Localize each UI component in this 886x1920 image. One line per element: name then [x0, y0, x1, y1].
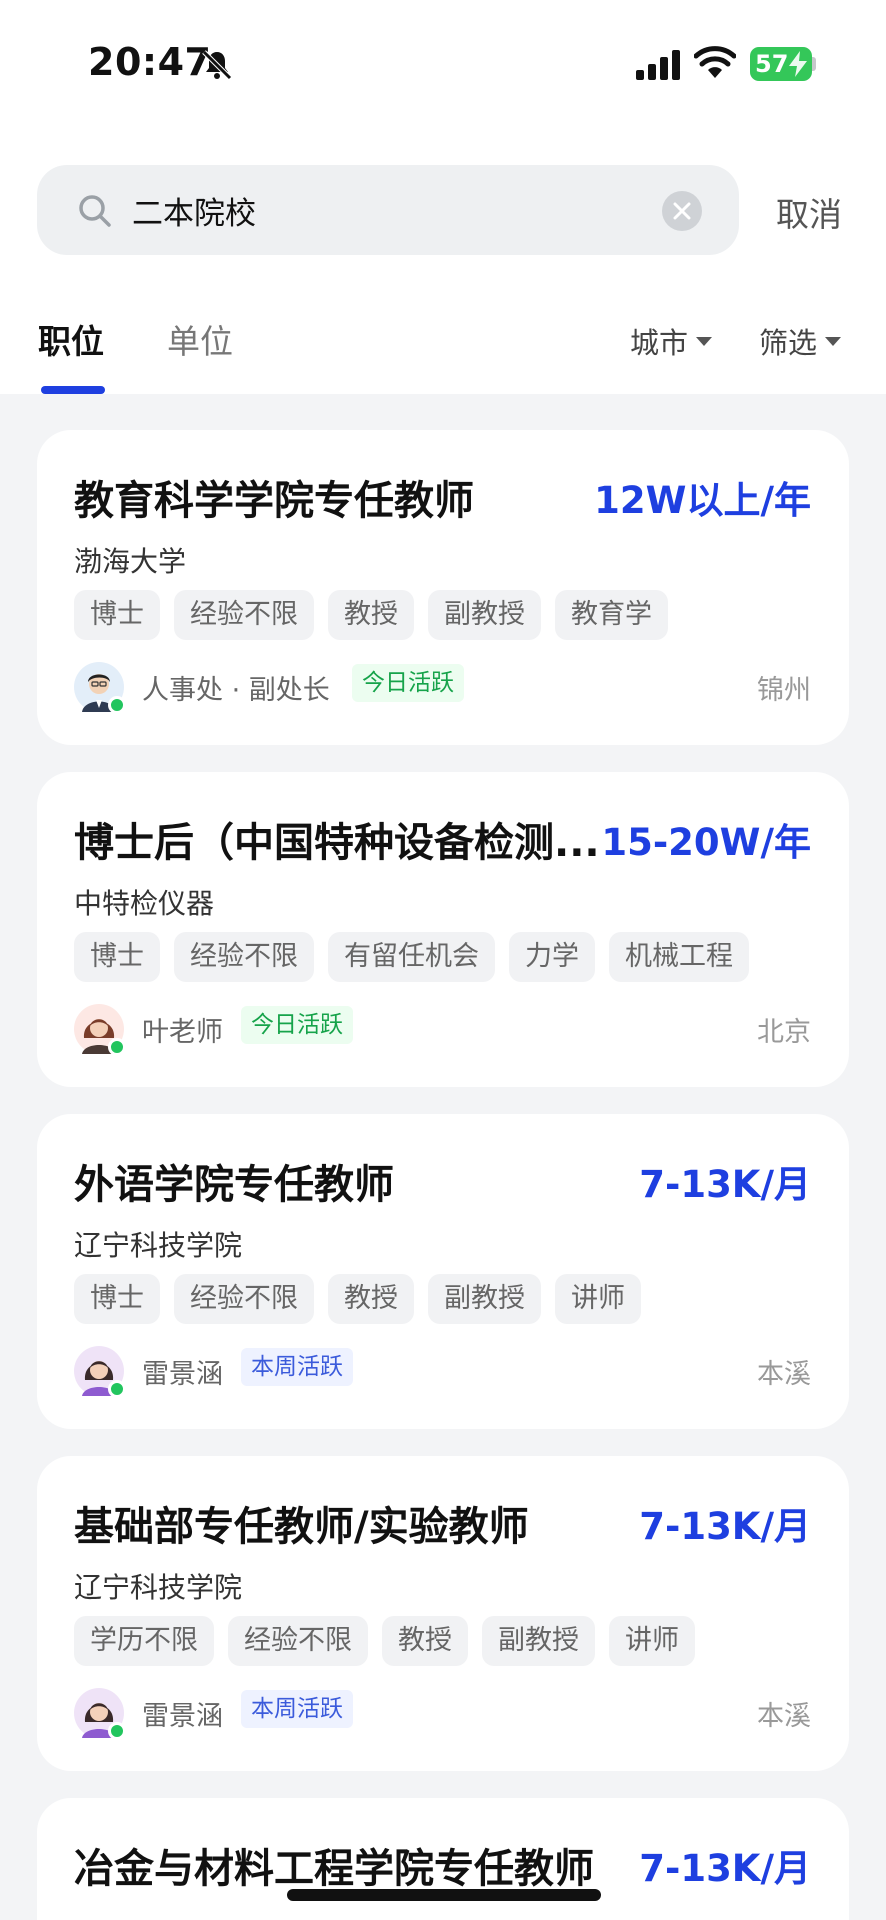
job-tag: 经验不限	[174, 590, 314, 640]
online-status-dot	[108, 1380, 126, 1398]
battery-level: 57	[755, 50, 789, 78]
job-title: 教育科学学院专任教师	[74, 478, 474, 524]
clear-search-button[interactable]	[662, 191, 702, 231]
job-salary: 7-13K/月	[639, 1505, 811, 1548]
activity-badge: 今日活跃	[241, 1006, 353, 1044]
recruiter-name: 雷景涵	[142, 1701, 223, 1732]
filter-label: 筛选	[759, 326, 818, 360]
job-tag: 力学	[509, 932, 595, 982]
job-tag: 教育学	[555, 590, 668, 640]
job-city: 本溪	[757, 1701, 811, 1732]
battery-cap	[812, 57, 816, 71]
chevron-down-icon	[825, 336, 842, 346]
wifi-icon	[694, 46, 736, 78]
job-tag: 学历不限	[74, 1616, 214, 1666]
job-card[interactable]: 外语学院专任教师 7-13K/月 辽宁科技学院 博士 经验不限 教授 副教授 讲…	[37, 1114, 849, 1429]
avatar	[74, 1004, 126, 1056]
job-tag: 博士	[74, 932, 160, 982]
search-input[interactable]	[132, 185, 672, 235]
online-status-dot	[108, 1038, 126, 1056]
job-tag: 博士	[74, 590, 160, 640]
job-tags: 博士 经验不限 教授 副教授 教育学	[74, 590, 668, 640]
job-employer: 辽宁科技学院	[74, 1571, 243, 1604]
city-filter-label: 城市	[630, 326, 689, 360]
home-indicator[interactable]	[287, 1889, 601, 1901]
job-title: 冶金与材料工程学院专任教师	[74, 1846, 594, 1892]
job-tags: 学历不限 经验不限 教授 副教授 讲师	[74, 1616, 695, 1666]
avatar	[74, 662, 126, 714]
city-filter-dropdown[interactable]: 城市	[630, 320, 713, 362]
job-city: 北京	[757, 1017, 811, 1048]
job-tag: 有留任机会	[328, 932, 495, 982]
job-tag: 副教授	[428, 590, 541, 640]
job-city: 锦州	[757, 675, 811, 706]
recruiter-name: 人事处 · 副处长	[142, 675, 330, 706]
job-card[interactable]: 基础部专任教师/实验教师 7-13K/月 辽宁科技学院 学历不限 经验不限 教授…	[37, 1456, 849, 1771]
charging-bolt-icon	[789, 51, 807, 77]
active-tab-indicator	[41, 386, 105, 394]
job-employer: 渤海大学	[74, 545, 187, 578]
job-tag: 经验不限	[174, 932, 314, 982]
job-tag: 教授	[328, 1274, 414, 1324]
job-title: 博士后（中国特种设备检测...	[74, 820, 600, 866]
job-employer: 辽宁科技学院	[74, 1229, 243, 1262]
job-tag: 博士	[74, 1274, 160, 1324]
online-status-dot	[108, 696, 126, 714]
job-employer: 中特检仪器	[74, 887, 215, 920]
job-salary: 15-20W/年	[601, 821, 811, 864]
job-tag: 副教授	[482, 1616, 595, 1666]
recruiter-name: 叶老师	[142, 1017, 223, 1048]
job-title: 外语学院专任教师	[74, 1162, 394, 1208]
job-tag: 经验不限	[228, 1616, 368, 1666]
job-tag: 经验不限	[174, 1274, 314, 1324]
activity-badge: 本周活跃	[241, 1348, 353, 1386]
cellular-signal-icon	[636, 50, 680, 80]
job-card[interactable]: 博士后（中国特种设备检测... 15-20W/年 中特检仪器 博士 经验不限 有…	[37, 772, 849, 1087]
job-title: 基础部专任教师/实验教师	[74, 1504, 529, 1550]
search-bar	[37, 165, 739, 255]
cancel-button[interactable]: 取消	[776, 188, 842, 236]
status-time: 20:47	[88, 40, 212, 84]
job-card[interactable]: 教育科学学院专任教师 12W以上/年 渤海大学 博士 经验不限 教授 副教授 教…	[37, 430, 849, 745]
close-icon	[673, 202, 691, 220]
job-tags: 博士 经验不限 有留任机会 力学 机械工程	[74, 932, 749, 982]
job-city: 本溪	[757, 1359, 811, 1390]
search-icon	[79, 195, 111, 227]
online-status-dot	[108, 1722, 126, 1740]
activity-badge: 今日活跃	[352, 664, 464, 702]
avatar	[74, 1346, 126, 1398]
job-tag: 讲师	[609, 1616, 695, 1666]
recruiter-name: 雷景涵	[142, 1359, 223, 1390]
activity-badge: 本周活跃	[241, 1690, 353, 1728]
job-salary: 7-13K/月	[639, 1163, 811, 1206]
battery-indicator: 57	[750, 47, 812, 81]
job-tags: 博士 经验不限 教授 副教授 讲师	[74, 1274, 641, 1324]
job-tag: 教授	[328, 590, 414, 640]
chevron-down-icon	[696, 336, 713, 346]
avatar	[74, 1688, 126, 1740]
job-card[interactable]: 冶金与材料工程学院专任教师 7-13K/月	[37, 1798, 849, 1920]
bell-muted-icon	[202, 50, 232, 80]
job-tag: 副教授	[428, 1274, 541, 1324]
job-tag: 讲师	[555, 1274, 641, 1324]
tab-employers[interactable]: 单位	[167, 315, 233, 363]
job-tag: 教授	[382, 1616, 468, 1666]
tab-positions[interactable]: 职位	[38, 315, 104, 363]
job-tag: 机械工程	[609, 932, 749, 982]
job-salary: 12W以上/年	[594, 479, 811, 522]
job-salary: 7-13K/月	[639, 1847, 811, 1890]
filter-dropdown[interactable]: 筛选	[759, 320, 842, 362]
